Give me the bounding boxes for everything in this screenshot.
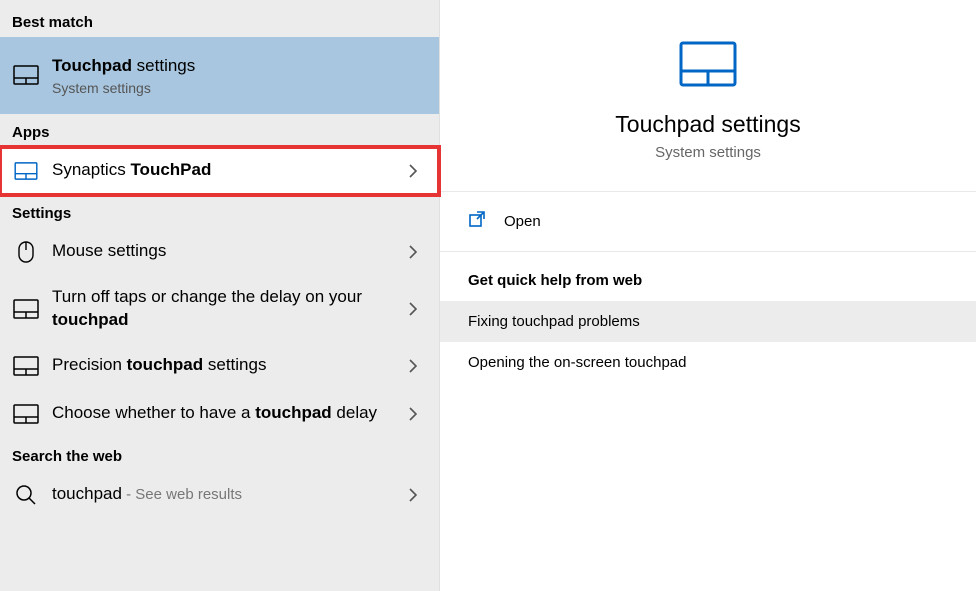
result-text: Turn off taps or change the delay on you… xyxy=(52,286,399,332)
result-subtitle: System settings xyxy=(52,80,427,96)
touchpad-icon xyxy=(12,352,40,380)
chevron-right-icon xyxy=(399,359,427,373)
chevron-right-icon xyxy=(399,164,427,178)
chevron-right-icon xyxy=(399,407,427,421)
result-title: Mouse settings xyxy=(52,240,399,263)
preview-panel: Touchpad settings System settings Open G… xyxy=(440,0,976,591)
section-header-search-web: Search the web xyxy=(0,438,439,471)
result-title: Precision touchpad settings xyxy=(52,354,399,377)
search-results-panel: Best match Touchpad settings System sett… xyxy=(0,0,440,591)
preview-title: Touchpad settings xyxy=(615,111,800,138)
result-title: Touchpad settings xyxy=(52,55,427,78)
result-text: Mouse settings xyxy=(52,240,399,263)
result-touchpad-settings[interactable]: Touchpad settings System settings xyxy=(0,37,439,114)
section-header-apps: Apps xyxy=(0,114,439,147)
result-synaptics-touchpad[interactable]: Synaptics TouchPad xyxy=(0,147,439,195)
search-icon xyxy=(12,481,40,509)
result-title: Choose whether to have a touchpad delay xyxy=(52,402,399,425)
result-title: touchpad - See web results xyxy=(52,483,399,506)
touchpad-large-icon xyxy=(678,40,738,93)
preview-subtitle: System settings xyxy=(655,144,761,161)
touchpad-app-icon xyxy=(12,157,40,185)
result-text: Choose whether to have a touchpad delay xyxy=(52,402,399,425)
result-search-web-touchpad[interactable]: touchpad - See web results xyxy=(0,471,439,519)
mouse-icon xyxy=(12,238,40,266)
chevron-right-icon xyxy=(399,302,427,316)
open-external-icon xyxy=(468,210,486,233)
touchpad-icon xyxy=(12,61,40,89)
result-title: Turn off taps or change the delay on you… xyxy=(52,286,399,332)
help-header: Get quick help from web xyxy=(440,252,976,301)
touchpad-icon xyxy=(12,295,40,323)
chevron-right-icon xyxy=(399,245,427,259)
result-mouse-settings[interactable]: Mouse settings xyxy=(0,228,439,276)
help-item-onscreen-touchpad[interactable]: Opening the on-screen touchpad xyxy=(440,342,976,383)
preview-header: Touchpad settings System settings xyxy=(440,0,976,192)
result-turn-off-taps[interactable]: Turn off taps or change the delay on you… xyxy=(0,276,439,342)
result-precision-touchpad[interactable]: Precision touchpad settings xyxy=(0,342,439,390)
result-text: Touchpad settings System settings xyxy=(52,55,427,96)
chevron-right-icon xyxy=(399,488,427,502)
result-text: touchpad - See web results xyxy=(52,483,399,506)
result-title: Synaptics TouchPad xyxy=(52,159,399,182)
touchpad-icon xyxy=(12,400,40,428)
section-header-best-match: Best match xyxy=(0,4,439,37)
result-text: Synaptics TouchPad xyxy=(52,159,399,182)
open-action[interactable]: Open xyxy=(440,192,976,252)
result-text: Precision touchpad settings xyxy=(52,354,399,377)
help-item-fixing-touchpad[interactable]: Fixing touchpad problems xyxy=(440,301,976,342)
section-header-settings: Settings xyxy=(0,195,439,228)
result-touchpad-delay[interactable]: Choose whether to have a touchpad delay xyxy=(0,390,439,438)
open-label: Open xyxy=(504,213,541,230)
